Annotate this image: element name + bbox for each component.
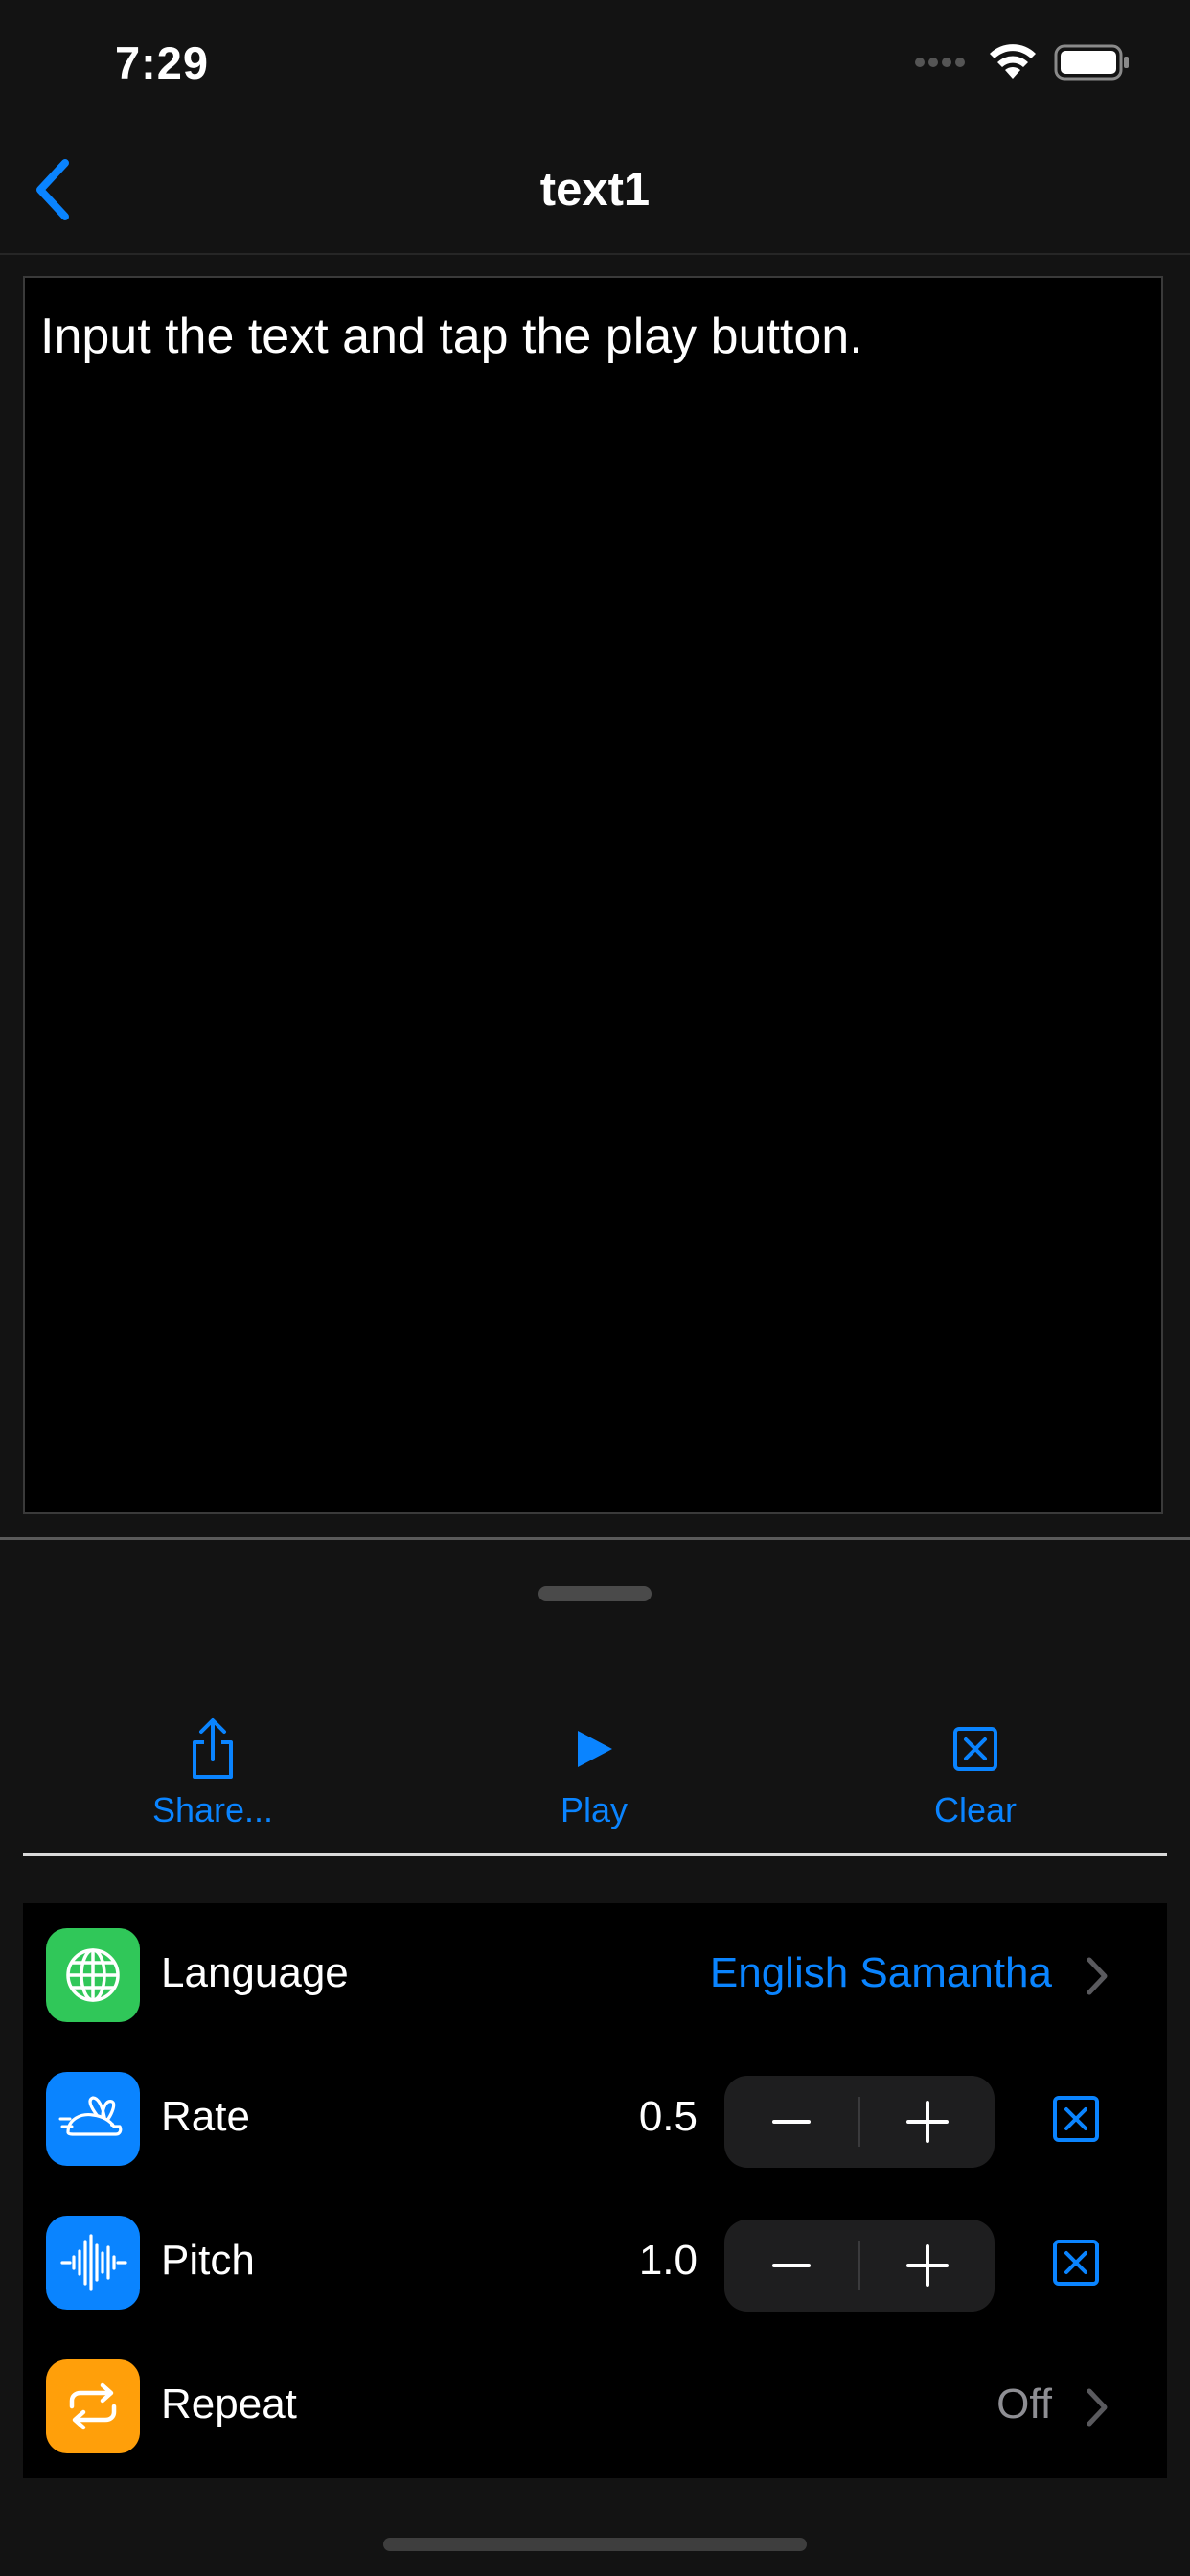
settings-list: Language English Samantha Rate 0.5 Pitch… <box>23 1903 1167 2478</box>
pitch-increment-button[interactable] <box>860 2220 995 2312</box>
rate-stepper <box>724 2076 995 2168</box>
repeat-icon <box>46 2359 140 2453</box>
share-icon <box>193 1718 233 1779</box>
plus-icon <box>906 2101 949 2143</box>
pitch-value: 1.0 <box>638 2237 698 2284</box>
repeat-row[interactable]: Repeat Off <box>23 2334 1167 2478</box>
signal-icon <box>915 58 965 67</box>
share-button[interactable]: Share... <box>88 1717 337 1830</box>
pitch-label: Pitch <box>161 2237 255 2284</box>
rate-reset-icon[interactable] <box>1052 2095 1100 2143</box>
repeat-value: Off <box>996 2380 1052 2427</box>
play-label: Play <box>560 1790 629 1829</box>
minus-icon <box>772 2264 811 2267</box>
rate-increment-button[interactable] <box>860 2076 995 2168</box>
editor-text: Input the text and tap the play button. <box>40 309 863 364</box>
home-indicator <box>383 2538 807 2551</box>
pitch-reset-icon[interactable] <box>1052 2239 1100 2287</box>
page-title: text1 <box>539 164 651 216</box>
pitch-stepper <box>724 2220 995 2312</box>
rabbit-icon <box>46 2072 140 2166</box>
chevron-right-icon <box>1087 2388 1108 2426</box>
rate-decrement-button[interactable] <box>724 2076 858 2168</box>
status-icons <box>914 44 1131 80</box>
chevron-right-icon <box>1087 1957 1108 1995</box>
rate-value: 0.5 <box>638 2093 698 2140</box>
language-label: Language <box>161 1949 349 1996</box>
toolbar-divider <box>23 1853 1167 1856</box>
play-icon <box>578 1731 612 1767</box>
plus-icon <box>906 2244 949 2287</box>
repeat-label: Repeat <box>161 2380 297 2427</box>
text-editor[interactable]: Input the text and tap the play button. <box>23 276 1163 1514</box>
status-time: 7:29 <box>115 37 210 88</box>
pitch-row: Pitch 1.0 <box>23 2191 1167 2334</box>
play-button[interactable]: Play <box>469 1717 719 1830</box>
pitch-decrement-button[interactable] <box>724 2220 858 2312</box>
rate-label: Rate <box>161 2093 250 2140</box>
clear-label: Clear <box>933 1790 1018 1829</box>
battery-icon <box>1054 44 1129 80</box>
waveform-icon <box>46 2216 140 2310</box>
language-value: English Samantha <box>709 1949 1052 1996</box>
rate-row: Rate 0.5 <box>23 2047 1167 2191</box>
nav-divider <box>0 253 1190 255</box>
clear-icon <box>953 1727 997 1771</box>
share-label: Share... <box>151 1790 274 1829</box>
wifi-icon <box>990 44 1036 79</box>
minus-icon <box>772 2120 811 2124</box>
clear-button[interactable]: Clear <box>851 1717 1100 1830</box>
language-row[interactable]: Language English Samantha <box>23 1903 1167 2047</box>
globe-icon <box>46 1928 140 2022</box>
sheet-grabber[interactable] <box>538 1586 652 1601</box>
